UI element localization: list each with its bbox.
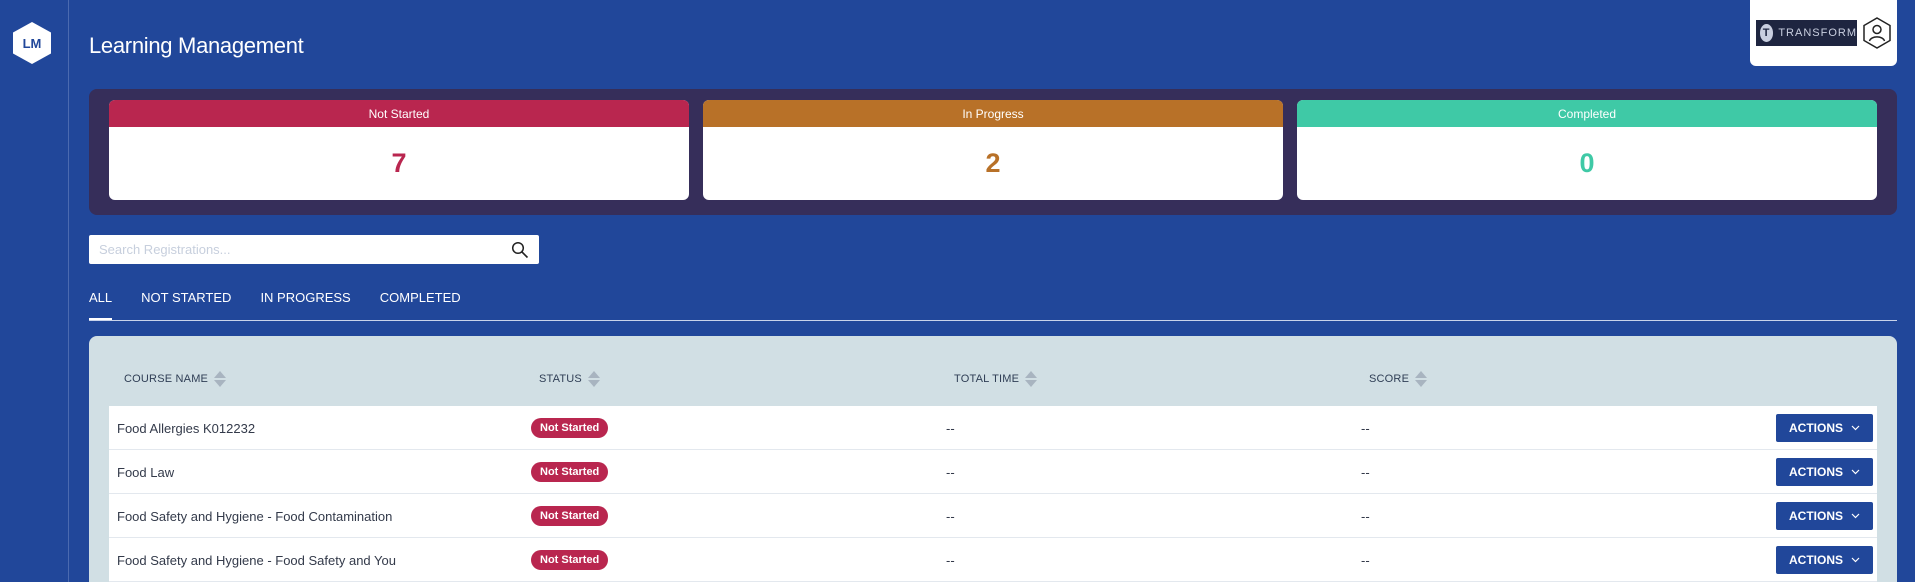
brand-initial: T (1760, 24, 1774, 42)
course-name: Food Allergies K012232 (117, 420, 256, 436)
sort-icon[interactable] (1415, 371, 1428, 387)
table-row: Food Allergies K012232 Not Started -- --… (109, 406, 1877, 450)
course-name: Food Safety and Hygiene - Food Safety an… (117, 552, 396, 568)
score: -- (1361, 464, 1370, 480)
table-row: Food Law Not Started -- -- ACTIONS (109, 450, 1877, 494)
chevron-down-icon (1851, 425, 1860, 431)
search-box (89, 235, 539, 264)
stats-panel: Not Started 7 In Progress 2 Completed 0 (89, 89, 1897, 215)
actions-button[interactable]: ACTIONS (1776, 502, 1873, 530)
tab-completed[interactable]: COMPLETED (380, 290, 461, 320)
stat-value: 0 (1579, 148, 1595, 178)
actions-button[interactable]: ACTIONS (1776, 546, 1873, 574)
score: -- (1361, 552, 1370, 568)
app-logo-text: LM (22, 35, 42, 51)
user-icon[interactable] (1863, 17, 1891, 49)
stat-card-not-started[interactable]: Not Started 7 (109, 100, 689, 200)
stat-card-in-progress[interactable]: In Progress 2 (703, 100, 1283, 200)
page-title: Learning Management (89, 33, 304, 58)
table-row: Food Safety and Hygiene - Food Safety an… (109, 538, 1877, 582)
sort-icon[interactable] (1025, 371, 1038, 387)
chevron-down-icon (1851, 513, 1860, 519)
score: -- (1361, 420, 1370, 436)
status-badge: Not Started (531, 506, 609, 526)
column-header-score[interactable]: SCORE (1369, 364, 1428, 394)
table-header: COURSE NAME STATUS TOTAL TIME SCORE (89, 364, 1897, 394)
column-header-label: STATUS (539, 373, 582, 385)
total-time: -- (946, 508, 955, 524)
column-header-total-time[interactable]: TOTAL TIME (954, 364, 1038, 394)
actions-label: ACTIONS (1789, 421, 1843, 435)
course-name: Food Law (117, 464, 175, 480)
status-badge: Not Started (531, 462, 609, 482)
actions-label: ACTIONS (1789, 465, 1843, 479)
search-icon[interactable] (511, 241, 529, 259)
table-row: Food Safety and Hygiene - Food Contamina… (109, 494, 1877, 538)
status-badge: Not Started (531, 550, 609, 570)
registrations-table: COURSE NAME STATUS TOTAL TIME SCORE Food… (89, 336, 1897, 582)
app-logo[interactable]: LM (13, 22, 51, 64)
table-body: Food Allergies K012232 Not Started -- --… (109, 406, 1877, 582)
brand-logo: T TRANSFORM (1756, 20, 1857, 46)
sidebar: LM (0, 0, 69, 582)
chevron-down-icon (1851, 557, 1860, 563)
brand-box: T TRANSFORM (1750, 0, 1897, 66)
status-tabs: ALL NOT STARTED IN PROGRESS COMPLETED (89, 290, 1897, 321)
column-header-label: SCORE (1369, 373, 1410, 385)
actions-button[interactable]: ACTIONS (1776, 458, 1873, 486)
score: -- (1361, 508, 1370, 524)
tab-all[interactable]: ALL (89, 290, 113, 320)
column-header-course-name[interactable]: COURSE NAME (124, 364, 227, 394)
tab-not-started[interactable]: NOT STARTED (141, 290, 231, 320)
stat-value: 7 (391, 148, 407, 178)
stat-label: Not Started (109, 100, 689, 127)
stat-card-completed[interactable]: Completed 0 (1297, 100, 1877, 200)
course-name: Food Safety and Hygiene - Food Contamina… (117, 508, 393, 524)
column-header-label: COURSE NAME (124, 373, 209, 385)
brand-name: TRANSFORM (1778, 27, 1857, 39)
column-header-label: TOTAL TIME (954, 373, 1020, 385)
sort-icon[interactable] (214, 371, 227, 387)
chevron-down-icon (1851, 469, 1860, 475)
search-input[interactable] (89, 235, 489, 264)
stat-label: Completed (1297, 100, 1877, 127)
tab-in-progress[interactable]: IN PROGRESS (260, 290, 350, 320)
actions-button[interactable]: ACTIONS (1776, 414, 1873, 442)
column-header-status[interactable]: STATUS (539, 364, 600, 394)
total-time: -- (946, 464, 955, 480)
actions-label: ACTIONS (1789, 553, 1843, 567)
total-time: -- (946, 552, 955, 568)
status-badge: Not Started (531, 418, 609, 438)
total-time: -- (946, 420, 955, 436)
stat-value: 2 (985, 148, 1001, 178)
stat-label: In Progress (703, 100, 1283, 127)
actions-label: ACTIONS (1789, 509, 1843, 523)
sort-icon[interactable] (587, 371, 600, 387)
